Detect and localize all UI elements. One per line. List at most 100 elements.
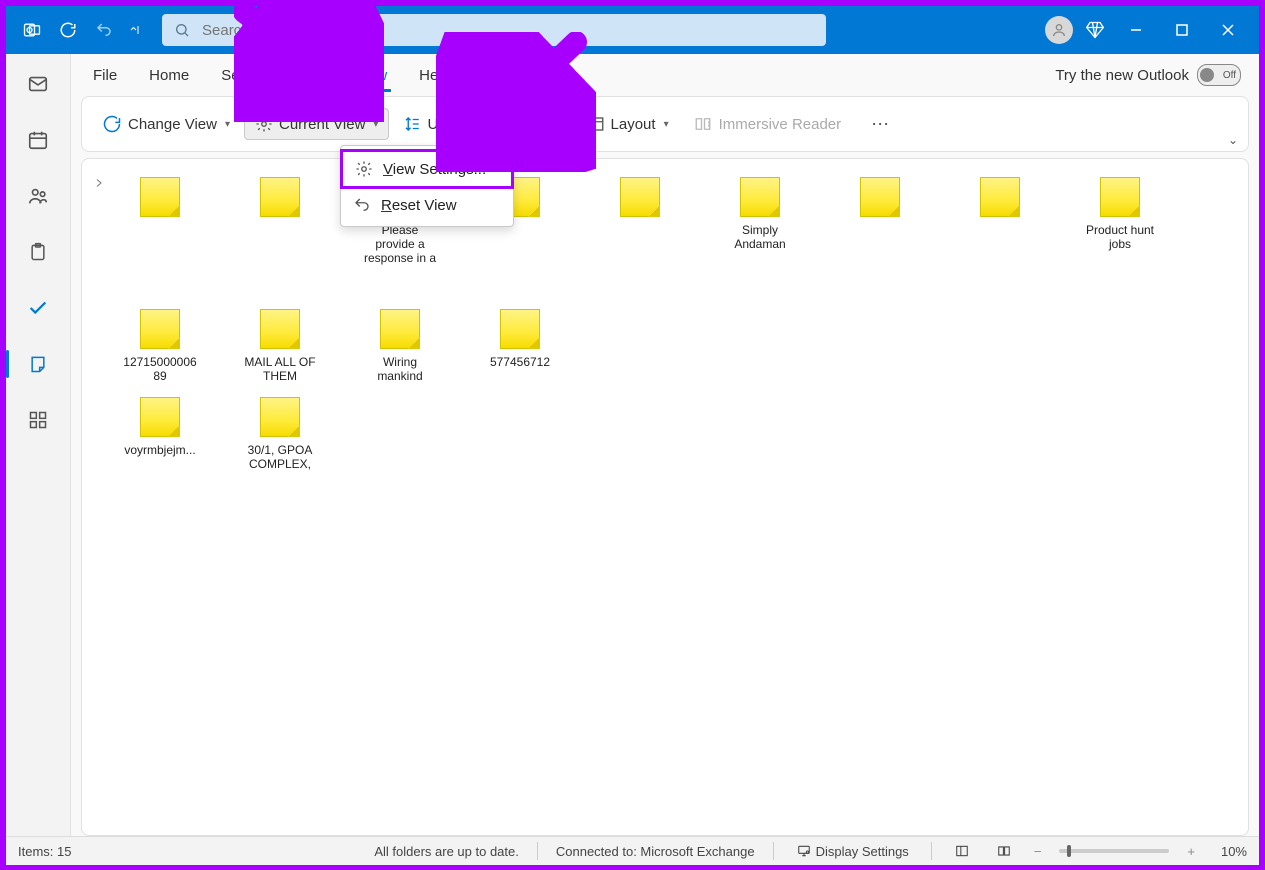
current-view-dropdown: View Settings... Reset View: [340, 145, 514, 227]
tighter-spacing-button[interactable]: Use Tighter Spacing: [393, 109, 572, 139]
note-item[interactable]: 30/1, GPOA COMPLEX,: [242, 397, 318, 471]
outlook-logo-icon: [18, 16, 46, 44]
gear-icon: [255, 115, 273, 133]
change-view-icon: [102, 114, 122, 134]
note-item[interactable]: Wiring mankind: [362, 309, 438, 383]
change-view-button[interactable]: Change View ▾: [92, 108, 240, 140]
reset-view-label: Reset View: [381, 197, 457, 214]
zoom-percent: 10%: [1213, 844, 1247, 859]
note-label: 30/1, GPOA COMPLEX,: [242, 443, 318, 471]
try-new-outlook: Try the new Outlook Off: [1055, 64, 1241, 86]
undo-icon[interactable]: [90, 16, 118, 44]
minimize-button[interactable]: [1113, 6, 1159, 54]
note-icon: [740, 177, 780, 217]
content-area: Please provide a response in a Simply And…: [81, 158, 1249, 836]
note-item[interactable]: [122, 177, 198, 265]
status-bar: Items: 15 All folders are up to date. Co…: [6, 836, 1259, 865]
close-button[interactable]: [1205, 6, 1251, 54]
zoom-slider[interactable]: [1059, 849, 1169, 853]
note-icon: [260, 397, 300, 437]
note-icon: [500, 309, 540, 349]
customize-toolbar-icon[interactable]: [126, 16, 144, 44]
zoom-out-button[interactable]: −: [1034, 844, 1042, 859]
note-label: voyrmbjejm...: [124, 443, 195, 457]
collapse-ribbon-icon[interactable]: ⌄: [1228, 133, 1238, 147]
note-label: Please provide a response in a: [362, 223, 438, 265]
search-box[interactable]: [162, 14, 826, 46]
search-input[interactable]: [200, 21, 814, 40]
ribbon-overflow-button[interactable]: ⋯: [861, 108, 901, 141]
note-item[interactable]: MAIL ALL OF THEM: [242, 309, 318, 383]
menu-tabs: File Home Send / Receive View Help Try t…: [71, 54, 1259, 96]
note-icon: [260, 309, 300, 349]
note-label: Simply Andaman: [722, 223, 798, 251]
item-count: Items: 15: [18, 844, 71, 859]
display-settings-button[interactable]: Display Settings: [792, 842, 913, 861]
tab-view[interactable]: View: [351, 59, 391, 92]
view-settings-menuitem[interactable]: View Settings...: [340, 149, 514, 189]
try-new-label: Try the new Outlook: [1055, 67, 1189, 84]
monitor-icon: [796, 844, 812, 858]
account-avatar[interactable]: [1045, 16, 1073, 44]
note-icon: [620, 177, 660, 217]
people-nav-icon[interactable]: [18, 178, 58, 214]
note-icon: [980, 177, 1020, 217]
title-bar: [6, 6, 1259, 54]
undo-icon: [353, 196, 371, 214]
tab-file[interactable]: File: [89, 59, 121, 92]
note-item[interactable]: [842, 177, 918, 265]
chevron-down-icon: ▾: [373, 119, 378, 130]
immersive-reader-label: Immersive Reader: [719, 116, 842, 133]
tab-home[interactable]: Home: [145, 59, 193, 92]
zoom-in-button[interactable]: +: [1187, 844, 1195, 859]
tasks-nav-icon[interactable]: [18, 234, 58, 270]
note-icon: [1100, 177, 1140, 217]
todo-nav-icon[interactable]: [18, 290, 58, 326]
note-item[interactable]: 577456712: [482, 309, 558, 383]
reading-view-button[interactable]: [992, 842, 1016, 860]
note-item[interactable]: [242, 177, 318, 265]
tab-help[interactable]: Help: [415, 59, 454, 92]
layout-label: Layout: [611, 116, 656, 133]
immersive-reader-icon: [693, 115, 713, 133]
current-view-button[interactable]: Current View ▾: [244, 108, 389, 140]
note-icon: [860, 177, 900, 217]
connection-status: Connected to: Microsoft Exchange: [556, 844, 755, 859]
note-item[interactable]: voyrmbjejm...: [122, 397, 198, 471]
reset-view-menuitem[interactable]: Reset View: [341, 188, 513, 222]
note-item[interactable]: Product hunt jobs: [1082, 177, 1158, 265]
search-icon: [174, 22, 190, 38]
note-icon: [140, 309, 180, 349]
note-icon: [140, 177, 180, 217]
note-icon: [380, 309, 420, 349]
diamond-icon[interactable]: [1081, 16, 1109, 44]
note-item[interactable]: [602, 177, 678, 265]
current-view-label: Current View: [279, 116, 365, 133]
layout-icon: [587, 115, 605, 133]
calendar-nav-icon[interactable]: [18, 122, 58, 158]
view-settings-label: View Settings...: [383, 161, 486, 178]
note-label: 577456712: [490, 355, 550, 369]
change-view-label: Change View: [128, 116, 217, 133]
note-icon: [260, 177, 300, 217]
more-apps-nav-icon[interactable]: [18, 402, 58, 438]
note-item[interactable]: Simply Andaman: [722, 177, 798, 265]
note-label: Product hunt jobs: [1082, 223, 1158, 251]
tab-send-receive[interactable]: Send / Receive: [217, 59, 327, 92]
normal-view-button[interactable]: [950, 842, 974, 860]
sync-icon[interactable]: [54, 16, 82, 44]
note-item[interactable]: 1271500000689: [122, 309, 198, 383]
mail-nav-icon[interactable]: [18, 66, 58, 102]
notes-nav-icon[interactable]: [18, 346, 58, 382]
gear-icon: [355, 160, 373, 178]
note-item[interactable]: [962, 177, 1038, 265]
chevron-down-icon: ▾: [225, 119, 230, 130]
note-icon: [140, 397, 180, 437]
layout-button[interactable]: Layout ▾: [577, 109, 679, 139]
chevron-down-icon: ▾: [664, 119, 669, 130]
try-new-toggle[interactable]: Off: [1197, 64, 1241, 86]
nav-pane-expander[interactable]: [82, 159, 116, 835]
note-label: MAIL ALL OF THEM: [242, 355, 318, 383]
maximize-button[interactable]: [1159, 6, 1205, 54]
ribbon: Change View ▾ Current View ▾ Use Tighter S…: [81, 96, 1249, 152]
